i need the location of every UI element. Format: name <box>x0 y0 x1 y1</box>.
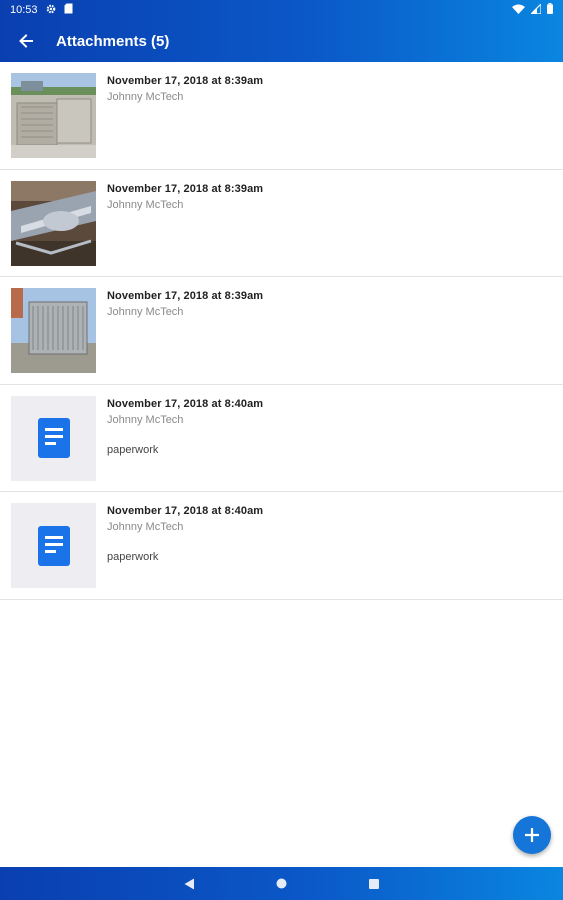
rooftop-unit-photo <box>11 73 96 158</box>
attachments-list: November 17, 2018 at 8:39am Johnny McTec… <box>0 62 563 600</box>
attachment-thumbnail <box>11 288 96 373</box>
app-bar: 10:53 Attachments (5) <box>0 0 563 62</box>
attachment-author: Johnny McTech <box>107 198 184 211</box>
status-bar: 10:53 <box>0 0 563 20</box>
toolbar: Attachments (5) <box>0 20 563 62</box>
attachment-item[interactable]: November 17, 2018 at 8:40am Johnny McTec… <box>0 492 563 600</box>
document-icon <box>37 525 70 566</box>
settings-notification-icon <box>46 4 56 17</box>
battery-icon <box>547 3 553 17</box>
nav-home-button[interactable] <box>270 872 294 896</box>
attachment-author: Johnny McTech <box>107 306 184 318</box>
attachment-thumbnail <box>11 503 96 588</box>
attachment-item[interactable]: November 17, 2018 at 8:39am Johnny McTec… <box>0 170 563 277</box>
attachment-note: paperwork <box>107 443 159 456</box>
attachment-date: November 17, 2018 at 8:39am <box>107 182 264 195</box>
nav-back-icon <box>184 878 194 889</box>
unit-coil-photo <box>11 288 96 373</box>
attachment-item[interactable]: November 17, 2018 at 8:40am Johnny McTec… <box>0 385 563 492</box>
attachment-author: Johnny McTech <box>107 91 184 103</box>
attachment-date: November 17, 2018 at 8:39am <box>107 75 264 87</box>
status-time: 10:53 <box>10 4 38 16</box>
attachment-author: Johnny McTech <box>107 521 184 533</box>
attachment-date: November 17, 2018 at 8:40am <box>107 397 264 410</box>
attachment-item[interactable]: November 17, 2018 at 8:39am Johnny McTec… <box>0 62 563 170</box>
document-icon <box>37 418 70 458</box>
cell-signal-icon <box>529 2 542 17</box>
arrow-back-icon <box>19 34 33 48</box>
add-attachment-button[interactable] <box>513 816 551 854</box>
nav-recents-icon <box>368 878 379 889</box>
attachment-thumbnail <box>11 180 96 266</box>
attachment-date: November 17, 2018 at 8:39am <box>107 290 264 302</box>
page-title: Attachments (5) <box>56 32 170 50</box>
unit-interior-photo <box>11 180 96 266</box>
attachment-note: paperwork <box>107 551 159 563</box>
sd-card-notification-icon <box>64 3 73 17</box>
nav-back-button[interactable] <box>178 872 202 896</box>
attachment-item[interactable]: November 17, 2018 at 8:39am Johnny McTec… <box>0 277 563 385</box>
attachment-thumbnail <box>11 395 96 481</box>
plus-icon <box>525 828 539 842</box>
nav-home-icon <box>276 878 287 889</box>
back-button[interactable] <box>0 20 52 62</box>
attachment-author: Johnny McTech <box>107 413 184 426</box>
system-nav-bar <box>0 867 563 900</box>
wifi-icon <box>512 4 525 17</box>
nav-recents-button[interactable] <box>362 872 386 896</box>
attachment-date: November 17, 2018 at 8:40am <box>107 505 264 517</box>
attachment-thumbnail <box>11 73 96 158</box>
